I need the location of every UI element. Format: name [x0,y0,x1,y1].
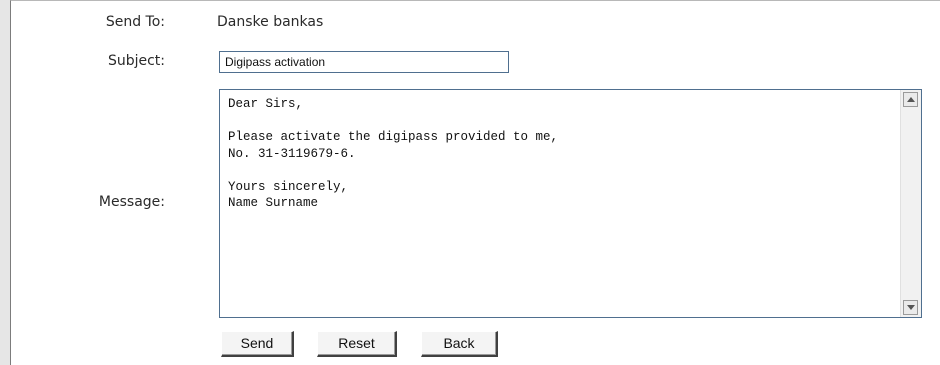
reset-button[interactable]: Reset [317,331,397,357]
subject-input[interactable]: Digipass activation [219,51,509,73]
send-to-label: Send To: [105,14,165,30]
message-scrollbar[interactable] [900,90,921,317]
scroll-down-arrow-icon [907,305,915,310]
send-button[interactable]: Send [221,331,294,357]
message-textarea[interactable]: Dear Sirs, Please activate the digipass … [219,89,922,318]
scroll-up-arrow-icon [907,97,915,102]
back-button[interactable]: Back [421,331,498,357]
scroll-up-button[interactable] [903,92,918,107]
scroll-down-button[interactable] [903,300,918,315]
message-form-panel: Send To: Danske bankas Subject: Digipass… [10,0,940,365]
message-text[interactable]: Dear Sirs, Please activate the digipass … [220,90,901,317]
send-to-value: Danske bankas [217,14,324,30]
subject-label: Subject: [107,53,165,69]
message-label: Message: [98,194,165,210]
